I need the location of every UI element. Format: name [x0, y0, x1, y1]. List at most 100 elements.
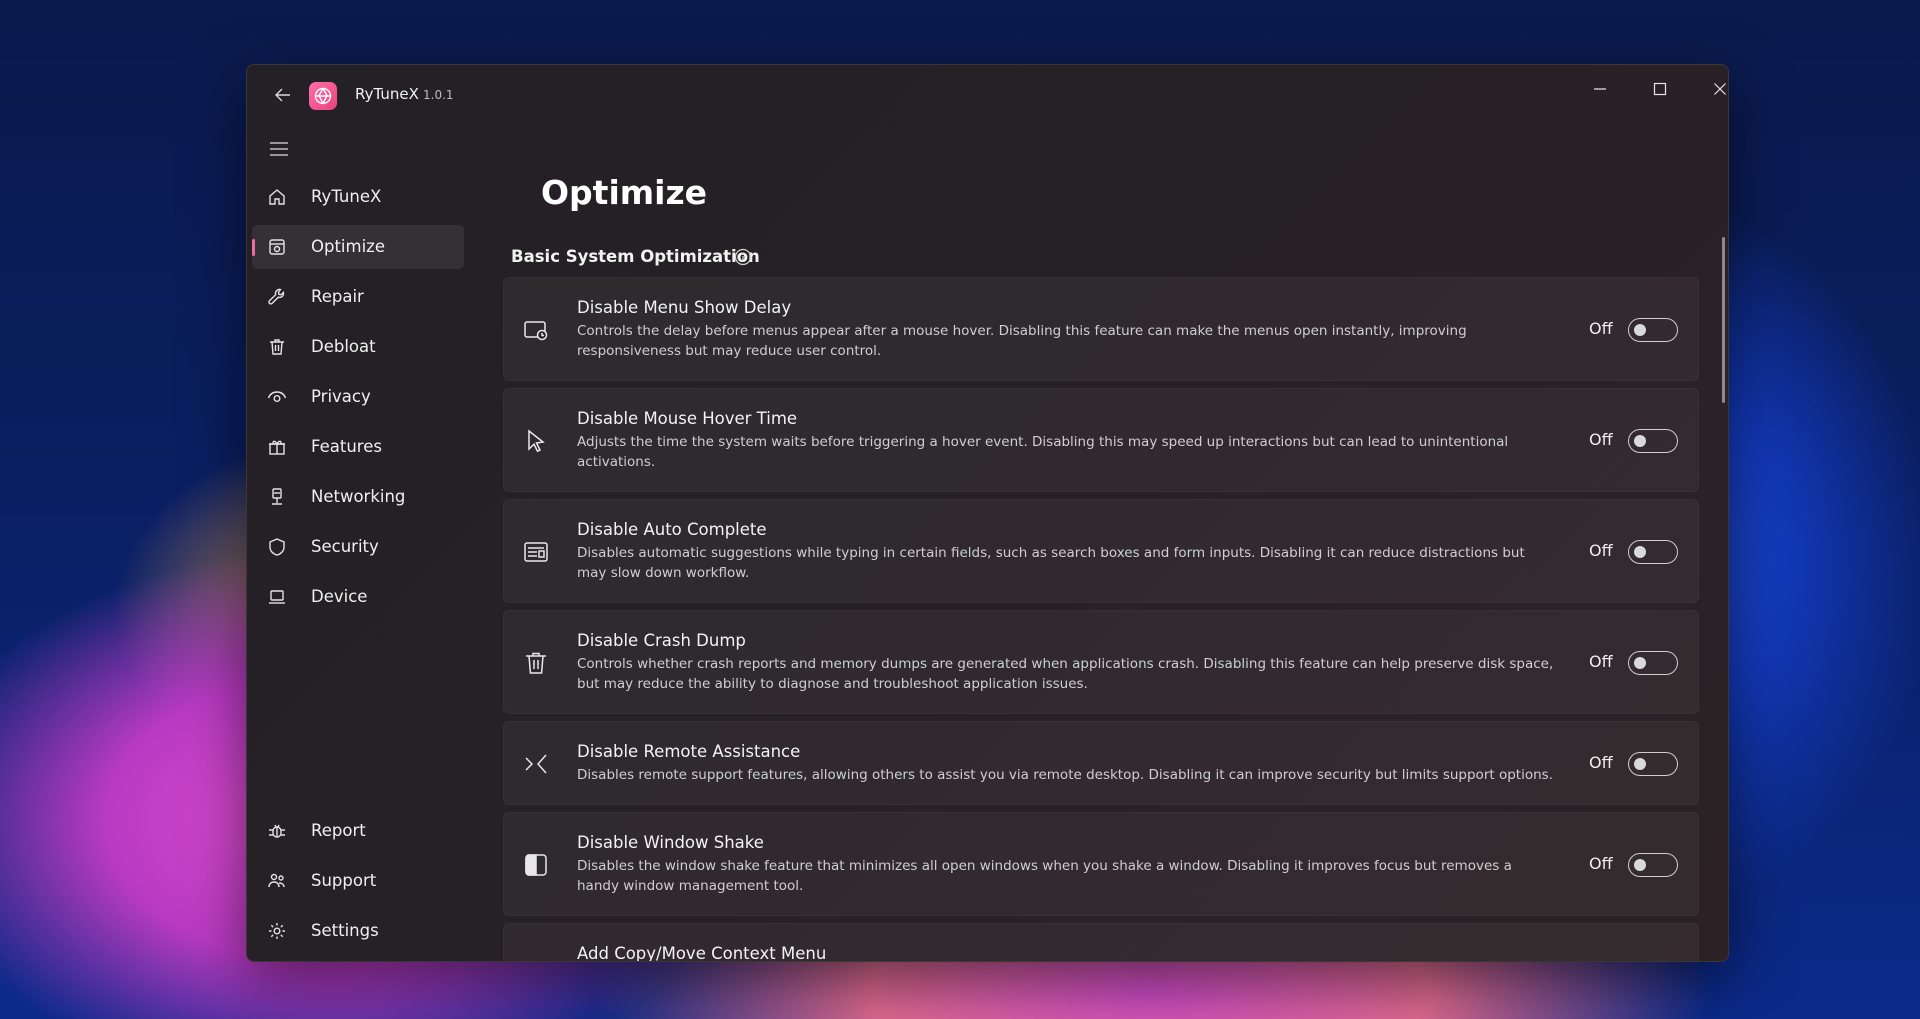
nav-label: Optimize: [311, 237, 385, 256]
minimize-icon: [1594, 88, 1606, 90]
nav-item-device[interactable]: Device: [252, 575, 464, 619]
window-split-icon: [522, 851, 550, 879]
nav-label: Settings: [311, 921, 379, 940]
option-state: Off: [1589, 430, 1613, 449]
option-toggle[interactable]: [1628, 651, 1678, 675]
logo-icon: [314, 87, 332, 105]
shield-icon: [266, 536, 288, 558]
toggle-knob: [1634, 859, 1646, 871]
nav-label: Device: [311, 587, 368, 606]
nav-item-features[interactable]: Features: [252, 425, 464, 469]
nav-label: Security: [311, 537, 379, 556]
page-title: Optimize: [541, 173, 708, 212]
option-toggle[interactable]: [1628, 752, 1678, 776]
option-toggle[interactable]: [1628, 429, 1678, 453]
nav-item-networking[interactable]: Networking: [252, 475, 464, 519]
trash-icon: [266, 336, 288, 358]
option-toggle[interactable]: [1628, 540, 1678, 564]
maximize-icon: [1653, 82, 1667, 96]
option-state: Off: [1589, 319, 1613, 338]
maximize-button[interactable]: [1637, 73, 1683, 105]
menu-timer-icon: [522, 316, 550, 344]
nav-item-optimize[interactable]: Optimize: [252, 225, 464, 269]
option-description: Disables automatic suggestions while typ…: [577, 545, 1525, 581]
nav-item-security[interactable]: Security: [252, 525, 464, 569]
option-toggle[interactable]: [1628, 853, 1678, 877]
nav-item-repair[interactable]: Repair: [252, 275, 464, 319]
nav-label: Debloat: [311, 337, 376, 356]
nav-item-debloat[interactable]: Debloat: [252, 325, 464, 369]
title-bar: RyTuneX 1.0.1: [247, 65, 1728, 125]
scrollbar-thumb[interactable]: [1722, 237, 1725, 403]
form-icon: [522, 538, 550, 566]
nav-item-settings[interactable]: Settings: [252, 909, 464, 953]
option-state: Off: [1589, 854, 1613, 873]
trash-icon: [522, 649, 550, 677]
app-version: 1.0.1: [423, 88, 454, 102]
toggle-knob: [1634, 324, 1646, 336]
arrow-left-icon: [275, 88, 290, 102]
people-icon: [266, 870, 288, 892]
option-card-auto-complete: Disable Auto Complete Disables automatic…: [503, 499, 1699, 603]
toggle-knob: [1634, 435, 1646, 447]
minimize-button[interactable]: [1577, 73, 1623, 105]
nav-item-privacy[interactable]: Privacy: [252, 375, 464, 419]
gear-icon: [266, 920, 288, 942]
option-title: Disable Menu Show Delay: [577, 298, 792, 317]
nav-item-rytunex[interactable]: RyTuneX: [252, 175, 464, 219]
app-window: RyTuneX 1.0.1 RyTuneX Optimize Repair De…: [246, 64, 1729, 962]
option-description: Adjusts the time the system waits before…: [577, 434, 1509, 470]
bug-icon: [266, 820, 288, 842]
option-card-crash-dump: Disable Crash Dump Controls whether cras…: [503, 610, 1699, 714]
options-list: Disable Menu Show Delay Controls the del…: [503, 277, 1705, 962]
ethernet-icon: [266, 486, 288, 508]
option-description: Disables remote support features, allowi…: [577, 767, 1553, 783]
option-toggle[interactable]: [1628, 318, 1678, 342]
laptop-icon: [266, 586, 288, 608]
option-state: Off: [1589, 541, 1613, 560]
option-title: Disable Mouse Hover Time: [577, 409, 798, 428]
option-title: Disable Window Shake: [577, 833, 764, 852]
nav-label: Networking: [311, 487, 406, 506]
toggle-knob: [1634, 758, 1646, 770]
option-title: Add Copy/Move Context Menu: [577, 944, 827, 962]
option-card-remote-assistance: Disable Remote Assistance Disables remot…: [503, 721, 1699, 805]
nav-item-report[interactable]: Report: [252, 809, 464, 853]
option-title: Disable Remote Assistance: [577, 742, 801, 761]
remote-icon: [522, 750, 550, 778]
option-state: Off: [1589, 652, 1613, 671]
cursor-icon: [522, 427, 550, 455]
option-description: Controls whether crash reports and memor…: [577, 656, 1554, 692]
option-description: Disables the window shake feature that m…: [577, 858, 1512, 894]
section-title: Basic System Optimization: [511, 247, 760, 266]
eye-icon: [266, 386, 288, 408]
gift-icon: [266, 436, 288, 458]
option-title: Disable Crash Dump: [577, 631, 746, 650]
option-card-mouse-hover-time: Disable Mouse Hover Time Adjusts the tim…: [503, 388, 1699, 492]
close-button[interactable]: [1697, 73, 1728, 105]
toggle-knob: [1634, 657, 1646, 669]
option-description: Controls the delay before menus appear a…: [577, 323, 1467, 359]
app-logo: [309, 82, 337, 110]
nav-label: Support: [311, 871, 377, 890]
optimize-icon: [266, 236, 288, 258]
info-icon[interactable]: [734, 248, 754, 268]
nav-label: Repair: [311, 287, 364, 306]
hamburger-icon: [270, 142, 288, 156]
nav-item-support[interactable]: Support: [252, 859, 464, 903]
nav-label: Features: [311, 437, 382, 456]
nav-label: Privacy: [311, 387, 371, 406]
option-card-copy-move-context-menu: Add Copy/Move Context Menu: [503, 923, 1699, 962]
wrench-icon: [266, 286, 288, 308]
option-title: Disable Auto Complete: [577, 520, 767, 539]
nav-label: Report: [311, 821, 366, 840]
home-icon: [266, 186, 288, 208]
option-card-window-shake: Disable Window Shake Disables the window…: [503, 812, 1699, 916]
option-state: Off: [1589, 753, 1613, 772]
close-icon: [1714, 83, 1726, 95]
back-button[interactable]: [267, 79, 299, 111]
hamburger-button[interactable]: [261, 133, 297, 165]
nav-label: RyTuneX: [311, 187, 382, 206]
option-card-menu-show-delay: Disable Menu Show Delay Controls the del…: [503, 277, 1699, 381]
toggle-knob: [1634, 546, 1646, 558]
